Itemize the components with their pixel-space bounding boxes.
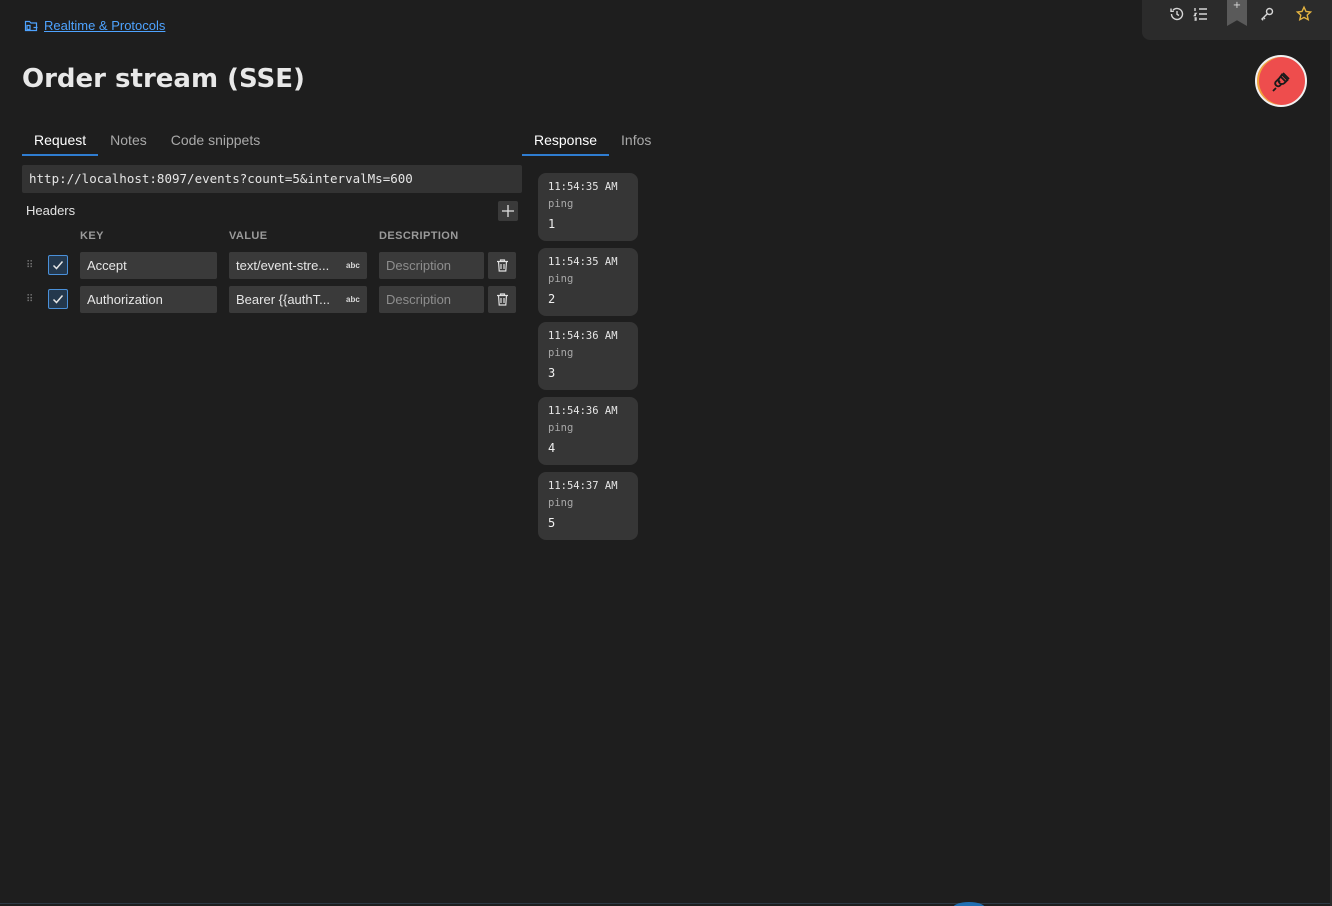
- header-row: ⠿ Authorization Bearer {{authT... abc De…: [22, 286, 522, 314]
- event-type: ping: [548, 497, 574, 509]
- event-data: 2: [548, 292, 556, 306]
- headers-label: Headers: [26, 203, 76, 218]
- header-row: ⠿ Accept text/event-stre... abc Descript…: [22, 252, 522, 280]
- response-tabs: Response Infos: [522, 128, 663, 156]
- header-description-input[interactable]: Description: [379, 252, 484, 279]
- value-type-badge[interactable]: abc: [346, 295, 360, 304]
- event-message: 11:54:35 AM ping 2: [538, 248, 638, 316]
- event-message: 11:54:35 AM ping 1: [538, 173, 638, 241]
- column-header-value: VALUE: [229, 230, 268, 242]
- event-type: ping: [548, 422, 574, 434]
- drag-handle-icon[interactable]: ⠿: [26, 260, 34, 272]
- column-header-description: DESCRIPTION: [379, 230, 459, 242]
- folder-link-icon: [24, 20, 38, 32]
- bookmark-add-label: +: [1232, 0, 1242, 11]
- bottom-divider: [0, 903, 1330, 904]
- list-icon[interactable]: [1192, 5, 1210, 23]
- event-message: 11:54:37 AM ping 5: [538, 472, 638, 540]
- header-key-input[interactable]: Accept: [80, 252, 217, 279]
- trash-icon: [496, 293, 508, 306]
- check-icon: [52, 295, 64, 304]
- tab-request[interactable]: Request: [22, 128, 99, 156]
- trash-icon: [496, 259, 508, 272]
- top-toolbar: +: [1142, 0, 1332, 40]
- key-icon[interactable]: [1258, 5, 1276, 23]
- breadcrumb: Realtime & Protocols: [24, 17, 165, 33]
- event-time: 11:54:35 AM: [548, 181, 618, 193]
- plus-icon: [502, 205, 514, 217]
- header-description-input[interactable]: Description: [379, 286, 484, 313]
- request-tabs: Request Notes Code snippets: [22, 128, 272, 156]
- plug-disconnected-icon: [1272, 72, 1290, 92]
- event-type: ping: [548, 273, 574, 285]
- page-title: Order stream (SSE): [22, 64, 305, 94]
- event-time: 11:54:36 AM: [548, 330, 618, 342]
- event-data: 5: [548, 516, 556, 530]
- tab-infos[interactable]: Infos: [609, 128, 663, 156]
- event-data: 4: [548, 441, 556, 455]
- add-header-button[interactable]: [498, 201, 518, 221]
- event-message: 11:54:36 AM ping 3: [538, 322, 638, 390]
- event-type: ping: [548, 347, 574, 359]
- event-time: 11:54:35 AM: [548, 256, 618, 268]
- value-type-badge[interactable]: abc: [346, 261, 360, 270]
- app-window: + Realtime & Protocols Order stream (SSE…: [0, 0, 1332, 906]
- tab-code-snippets[interactable]: Code snippets: [159, 128, 273, 156]
- column-header-key: KEY: [80, 230, 104, 242]
- history-icon[interactable]: [1168, 5, 1186, 23]
- drag-handle-icon[interactable]: ⠿: [26, 294, 34, 306]
- header-key-input[interactable]: Authorization: [80, 286, 217, 313]
- delete-header-button[interactable]: [488, 286, 516, 313]
- star-icon[interactable]: [1295, 5, 1313, 23]
- tab-response[interactable]: Response: [522, 128, 610, 156]
- event-time: 11:54:36 AM: [548, 405, 618, 417]
- event-data: 3: [548, 366, 556, 380]
- breadcrumb-link[interactable]: Realtime & Protocols: [44, 18, 165, 33]
- delete-header-button[interactable]: [488, 252, 516, 279]
- url-input[interactable]: http://localhost:8097/events?count=5&int…: [22, 165, 522, 193]
- bookmark-icon[interactable]: +: [1227, 0, 1247, 26]
- header-enabled-checkbox[interactable]: [48, 289, 68, 309]
- event-message: 11:54:36 AM ping 4: [538, 397, 638, 465]
- event-data: 1: [548, 217, 556, 231]
- tab-notes[interactable]: Notes: [98, 128, 159, 156]
- header-enabled-checkbox[interactable]: [48, 255, 68, 275]
- event-type: ping: [548, 198, 574, 210]
- connection-status-button[interactable]: [1255, 55, 1307, 107]
- check-icon: [52, 261, 64, 270]
- event-time: 11:54:37 AM: [548, 480, 618, 492]
